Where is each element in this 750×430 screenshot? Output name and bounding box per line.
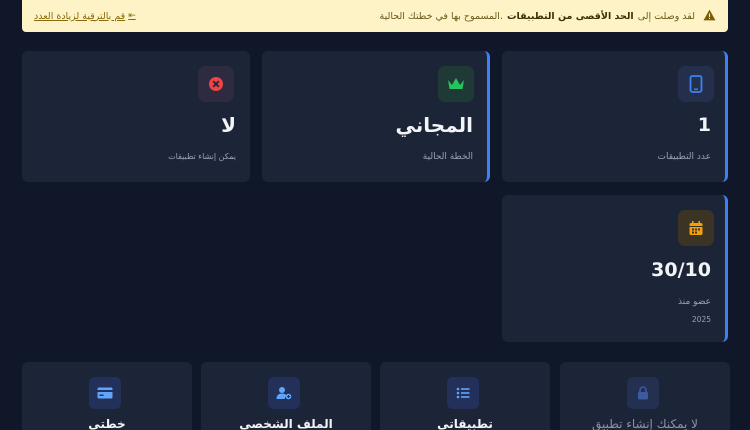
- nav-card-create-label: لا يمكنك إنشاء تطبيق: [591, 417, 699, 430]
- alert-message: لقد وصلت إلى الحد الأقصى من التطبيقات ال…: [380, 11, 696, 22]
- crown-icon: [438, 66, 474, 102]
- user-edit-icon: [268, 377, 300, 409]
- apps-count-value: 1: [697, 114, 711, 136]
- stat-card-plan: المجاني الخطة الحالية: [262, 51, 490, 182]
- alert-prefix: لقد وصلت إلى: [637, 10, 695, 22]
- nav-card-create-disabled: لا يمكنك إنشاء تطبيق: [560, 362, 730, 430]
- x-circle-icon: [198, 66, 234, 102]
- nav-card-profile-label: الملف الشخصي: [239, 417, 333, 430]
- warning-icon: [703, 9, 716, 24]
- upgrade-link-label: قم بالترقية لزيادة العدد: [34, 10, 126, 22]
- credit-card-icon: [89, 377, 121, 409]
- plan-label: الخطة الحالية: [422, 152, 473, 162]
- upgrade-link[interactable]: قم بالترقية لزيادة العدد ⇤: [34, 11, 136, 22]
- member-since-year: 2025: [691, 315, 711, 324]
- alert-bold: الحد الأقصى من التطبيقات: [506, 10, 634, 22]
- member-since-value: 30/10: [651, 259, 711, 281]
- alert-suffix: المسموح بها في خطتك الحالية.: [379, 10, 503, 22]
- apps-count-label: عدد التطبيقات: [657, 152, 711, 162]
- nav-card-my-apps[interactable]: تطبيقاتي: [380, 362, 550, 430]
- stat-card-apps: 1 عدد التطبيقات: [502, 51, 728, 182]
- lock-icon: [627, 377, 659, 409]
- limit-alert: لقد وصلت إلى الحد الأقصى من التطبيقات ال…: [22, 0, 728, 32]
- nav-card-my-apps-label: تطبيقاتي: [437, 417, 493, 430]
- calendar-icon: [678, 210, 714, 246]
- phone-icon: [678, 66, 714, 102]
- create-label: يمكن إنشاء تطبيقات: [168, 152, 236, 161]
- plan-value: المجاني: [395, 113, 473, 137]
- arrow-left-icon: ⇤: [128, 11, 136, 21]
- stat-card-member: 30/10 عضو منذ 2025: [502, 195, 728, 342]
- nav-card-profile[interactable]: الملف الشخصي: [201, 362, 371, 430]
- list-icon: [447, 377, 479, 409]
- stat-card-create: لا يمكن إنشاء تطبيقات: [22, 51, 250, 182]
- create-value: لا: [221, 113, 236, 137]
- member-since-label: عضو منذ: [678, 297, 711, 307]
- nav-card-my-plan[interactable]: خطتي: [22, 362, 192, 430]
- nav-card-my-plan-label: خطتي: [88, 417, 126, 430]
